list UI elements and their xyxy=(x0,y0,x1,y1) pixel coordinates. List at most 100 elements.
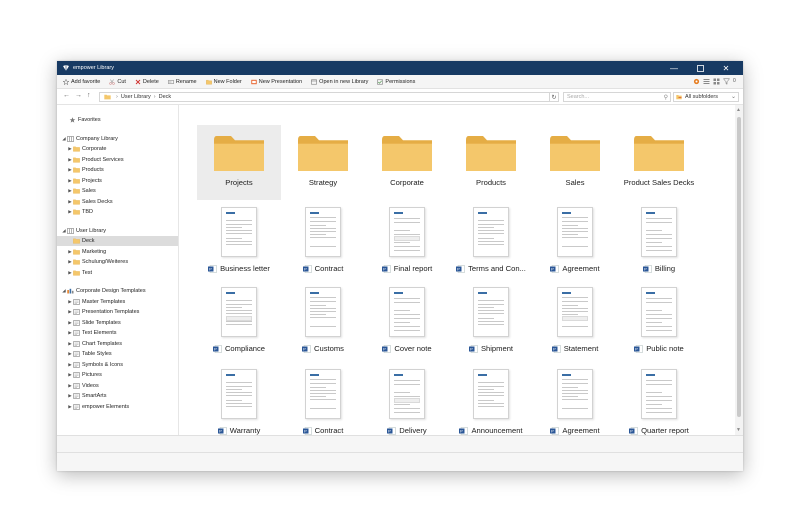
document-tile-delivery[interactable]: P Delivery xyxy=(365,367,449,439)
sidebar-item-company-library[interactable]: ◢ Company Library xyxy=(57,134,178,144)
tile-view-icon[interactable] xyxy=(713,78,720,85)
sidebar-item-videos[interactable]: ▶ Videos xyxy=(57,381,178,391)
document-tile-public-note[interactable]: P Public note xyxy=(617,285,701,357)
sidebar-item-smartarts[interactable]: ▶ SmartArts xyxy=(57,391,178,401)
sidebar-item-slide-templates[interactable]: ▶ Slide Templates xyxy=(57,318,178,328)
document-tile-warranty[interactable]: P Warranty xyxy=(197,367,281,439)
thumbnail-text-line xyxy=(478,227,494,228)
sidebar-item-marketing[interactable]: ▶ Marketing xyxy=(57,247,178,257)
sidebar-item-projects[interactable]: ▶ Projects xyxy=(57,176,178,186)
sidebar-item-corporate[interactable]: ▶ Corporate xyxy=(57,144,178,154)
sidebar-item-schulung-weiteres-label: Schulung/Weiteres xyxy=(82,259,129,265)
vertical-scrollbar[interactable]: ▲ ▼ xyxy=(735,105,743,435)
sidebar-item-master-templates[interactable]: ▶ Master Templates xyxy=(57,297,178,307)
permissions-button[interactable]: Permissions xyxy=(377,79,415,85)
document-tile-billing[interactable]: P Billing xyxy=(617,205,701,277)
subfolder-filter-select[interactable]: All subfolders ⌄ xyxy=(673,92,739,102)
back-arrow-icon[interactable]: ← xyxy=(63,92,70,99)
up-arrow-icon[interactable]: ↑ xyxy=(87,92,91,99)
forward-arrow-icon[interactable]: → xyxy=(75,92,82,99)
folder-tile-sales[interactable]: Sales xyxy=(533,125,617,200)
permissions-label: Permissions xyxy=(385,78,416,85)
thumbnail-text-line xyxy=(310,221,336,222)
sidebar-item-presentation-templates[interactable]: ▶ Presentation Templates xyxy=(57,307,178,317)
sidebar-item-favorites[interactable]: Favorites xyxy=(57,115,178,125)
document-tile-cover-note[interactable]: P Cover note xyxy=(365,285,449,357)
search-input[interactable]: Search... ⚲ xyxy=(563,92,671,102)
status-divider xyxy=(57,452,743,453)
presentation-file-icon: P xyxy=(382,344,392,353)
thumbnail-text-line xyxy=(394,298,420,299)
folder-icon xyxy=(73,188,80,194)
sidebar-item-chart-templates[interactable]: ▶ Chart Templates xyxy=(57,339,178,349)
document-tile-statement[interactable]: P Statement xyxy=(533,285,617,357)
breadcrumb[interactable]: › User Library › Deck xyxy=(99,92,559,102)
breadcrumb-item-user-library[interactable]: User Library xyxy=(121,94,151,100)
new-presentation-button[interactable]: New Presentation xyxy=(251,79,302,85)
sidebar-item-text-elements-label: Text Elements xyxy=(82,330,117,336)
document-tile-terms-and-con-[interactable]: P Terms and Con... xyxy=(449,205,533,277)
document-tile-customs[interactable]: P Customs xyxy=(281,285,365,357)
sidebar-item-symbols-icons[interactable]: ▶ Symbols & Icons xyxy=(57,360,178,370)
thumbnail-text-line xyxy=(562,311,588,312)
open-in-new-library-button[interactable]: Open in new Library xyxy=(311,79,368,85)
maximize-icon[interactable] xyxy=(687,61,713,75)
sidebar-item-product-services[interactable]: ▶ Product Services xyxy=(57,155,178,165)
minimize-icon[interactable]: — xyxy=(661,61,687,75)
delete-button[interactable]: Delete xyxy=(135,79,159,85)
document-thumbnail xyxy=(221,287,257,337)
thumbnail-text-line xyxy=(310,383,336,384)
scroll-down-icon[interactable]: ▼ xyxy=(736,427,741,433)
sidebar-item-products[interactable]: ▶ Products xyxy=(57,165,178,175)
document-tile-announcement[interactable]: P Announcement xyxy=(449,367,533,439)
sidebar-item-empower-elements[interactable]: ▶ empower Elements xyxy=(57,402,178,412)
refresh-button[interactable]: ↻ xyxy=(549,92,559,102)
sidebar-item-deck[interactable]: Deck xyxy=(57,236,178,246)
new-folder-button[interactable]: New Folder xyxy=(205,79,242,85)
sidebar-item-test[interactable]: ▶ Test xyxy=(57,268,178,278)
sidebar-item-user-library[interactable]: ◢ User Library xyxy=(57,226,178,236)
document-tile-contract[interactable]: P Contract xyxy=(281,367,365,439)
thumbnail-logo xyxy=(478,292,487,294)
filter-icon[interactable] xyxy=(722,78,731,85)
folder-tile-product-sales-decks[interactable]: Product Sales Decks xyxy=(617,125,701,200)
document-tile-contract[interactable]: P Contract xyxy=(281,205,365,277)
sidebar-item-table-styles[interactable]: ▶ Table Styles xyxy=(57,349,178,359)
folder-tile-products[interactable]: Products xyxy=(449,125,533,200)
add-favorite-button[interactable]: Add favorite xyxy=(62,78,100,85)
document-tile-agreement[interactable]: P Agreement xyxy=(533,205,617,277)
document-tile-shipment[interactable]: P Shipment xyxy=(449,285,533,357)
list-view-icon[interactable] xyxy=(703,78,710,85)
folder-tile-corporate[interactable]: Corporate xyxy=(365,125,449,200)
refresh-icon: ↻ xyxy=(551,94,557,101)
sidebar-item-pictures[interactable]: ▶ Pictures xyxy=(57,370,178,380)
breadcrumb-item-deck[interactable]: Deck xyxy=(159,94,172,100)
document-tile-agreement[interactable]: P Agreement xyxy=(533,367,617,439)
document-thumbnail xyxy=(389,287,425,337)
document-tile-compliance[interactable]: P Compliance xyxy=(197,285,281,357)
svg-text:P: P xyxy=(461,428,464,433)
thumbnail-text-line xyxy=(646,404,662,405)
thumbnail-text-line xyxy=(562,225,578,226)
thumbnail-text-line xyxy=(478,220,504,221)
document-tile-business-letter[interactable]: P Business letter xyxy=(197,205,281,277)
folder-icon xyxy=(73,178,80,184)
sidebar-item-schulung-weiteres[interactable]: ▶ Schulung/Weiteres xyxy=(57,257,178,267)
sidebar-item-corporate-design-templates[interactable]: ◢ Corporate Design Templates xyxy=(57,286,178,296)
sidebar-item-sales-decks[interactable]: ▶ Sales Decks xyxy=(57,197,178,207)
folder-tile-projects[interactable]: Projects xyxy=(197,125,281,200)
document-tile-quarter-report[interactable]: P Quarter report xyxy=(617,367,701,439)
document-tile-final-report[interactable]: P Final report xyxy=(365,205,449,277)
settings-icon[interactable] xyxy=(693,78,700,85)
folder-tile-strategy[interactable]: Strategy xyxy=(281,125,365,200)
thumbnail-text-line xyxy=(646,384,672,385)
rename-button[interactable]: Rename xyxy=(167,79,197,85)
scroll-up-icon[interactable]: ▲ xyxy=(736,107,741,113)
presentation-file-icon: P xyxy=(550,426,560,435)
sidebar-item-text-elements[interactable]: ▶ Text Elements xyxy=(57,328,178,338)
sidebar-item-tbd[interactable]: ▶ TBD xyxy=(57,207,178,217)
close-icon[interactable]: ✕ xyxy=(713,61,739,75)
scrollbar-thumb[interactable] xyxy=(737,117,741,417)
sidebar-item-sales[interactable]: ▶ Sales xyxy=(57,186,178,196)
cut-button[interactable]: Cut xyxy=(109,79,126,85)
